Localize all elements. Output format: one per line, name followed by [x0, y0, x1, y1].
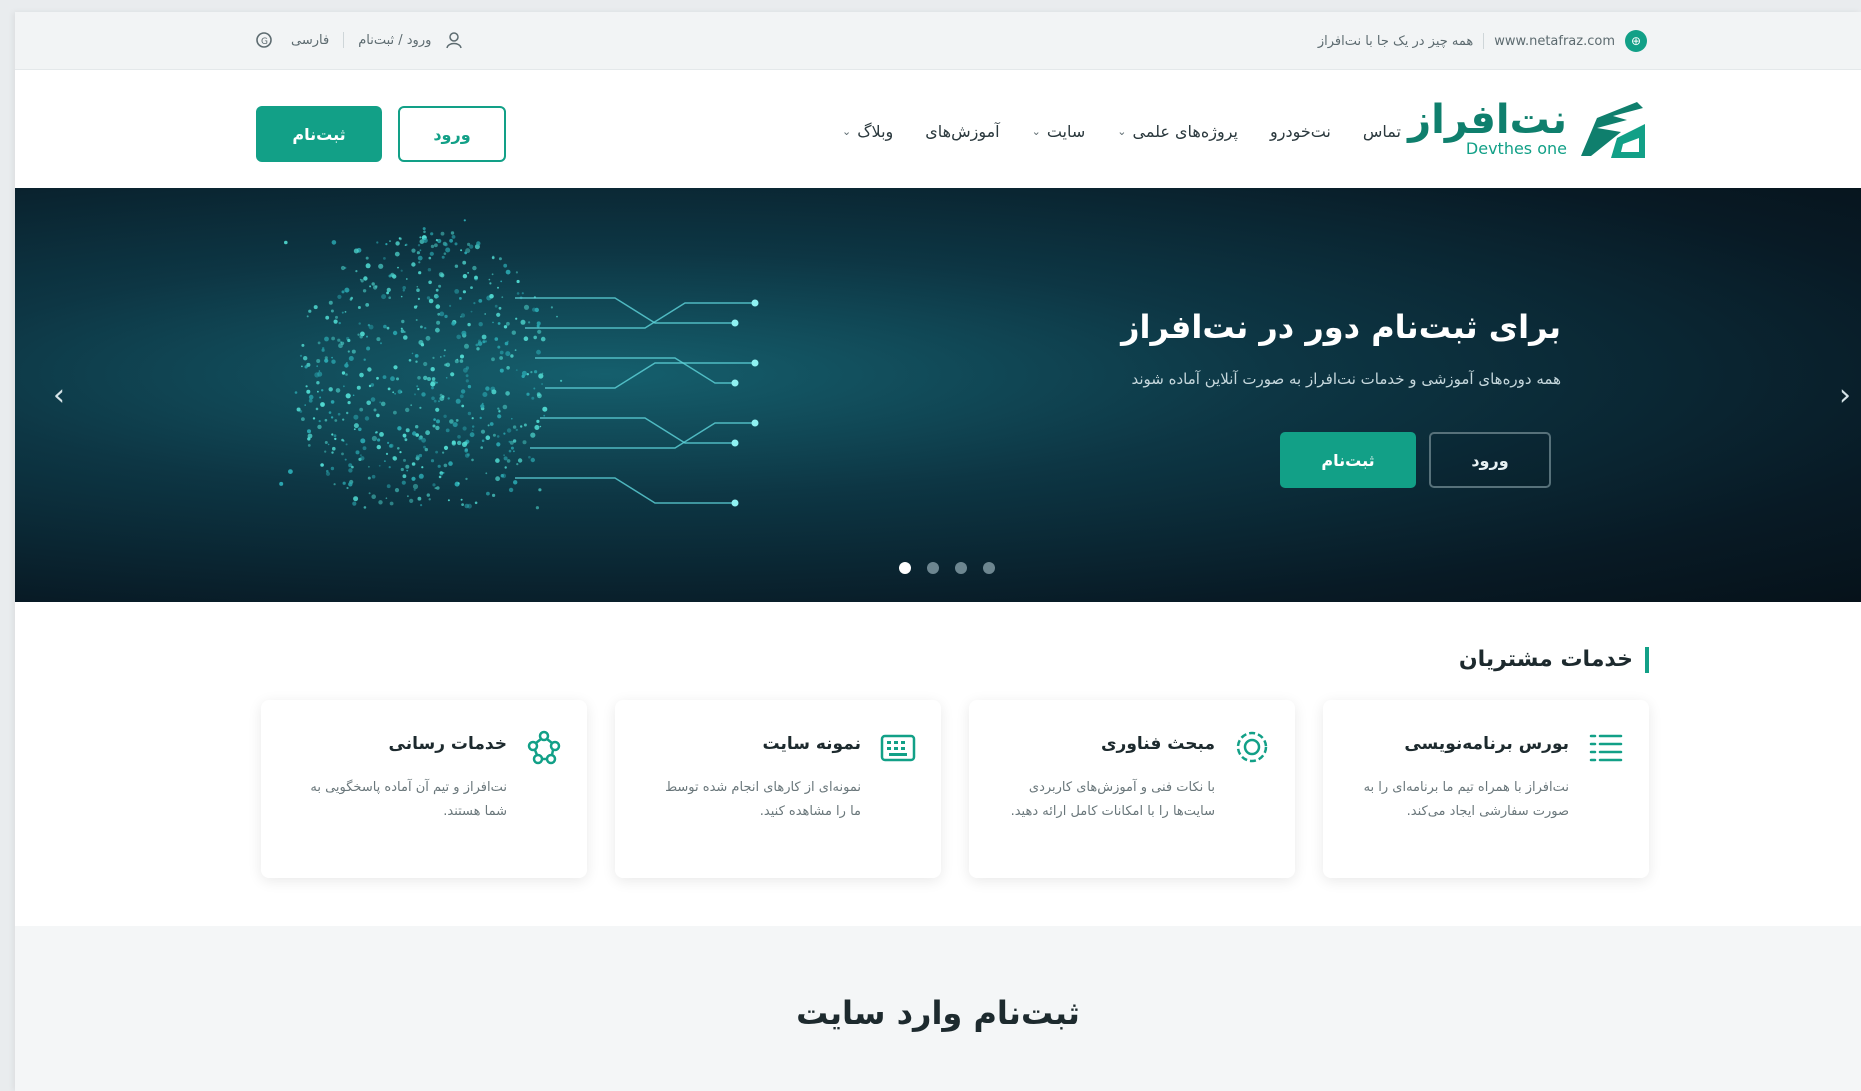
- service-card[interactable]: خدمات رسانی نت‌افراز و تیم آن آماده پاسخ…: [261, 700, 587, 878]
- service-card-desc: نمونه‌ای از کارهای انجام شده توسط ما را …: [665, 780, 861, 819]
- service-card-desc: نت‌افراز و تیم آن آماده پاسخگویی به شما …: [310, 780, 507, 819]
- service-cards: بورس برنامه‌نویسی نت‌افراز با همراه تیم …: [256, 700, 1649, 880]
- nav-item-netkhodro[interactable]: نت‌خودرو: [1270, 122, 1331, 141]
- top-bar: G فارسی ورود / ثبت‌نام همه چیز در یک جا …: [15, 12, 1861, 70]
- header-signup-button[interactable]: ثبت‌نام: [256, 106, 382, 162]
- nav-item-contact[interactable]: تماس: [1363, 122, 1401, 141]
- service-card-title: بورس برنامه‌نویسی: [1404, 734, 1569, 754]
- top-bar-left: G فارسی ورود / ثبت‌نام: [255, 30, 463, 50]
- hero-signup-button[interactable]: ثبت‌نام: [1280, 432, 1416, 488]
- tagline: همه چیز در یک جا با نت‌افراز: [1317, 33, 1474, 49]
- nav-label: وبلاگ: [857, 122, 894, 141]
- logo-name: نت‌افراز: [1408, 97, 1567, 143]
- top-bar-right: همه چیز در یک جا با نت‌افراز www.netafra…: [1318, 30, 1647, 52]
- nav-item-site[interactable]: سایت ⌄: [1032, 122, 1086, 141]
- logo-mark-icon: [1581, 102, 1645, 158]
- main-nav: تماس نت‌خودرو پروژه‌های علمی ⌄ سایت ⌄ آموز…: [842, 122, 1401, 141]
- website-link[interactable]: www.netafraz.com: [1494, 34, 1615, 49]
- globe-icon: ⊕: [1625, 30, 1647, 52]
- divider: [343, 32, 345, 48]
- nav-label: سایت: [1046, 122, 1086, 141]
- signup-section: ثبت‌نام وارد سایت: [15, 926, 1861, 1091]
- chevron-down-icon: ⌄: [1031, 125, 1041, 138]
- chevron-down-icon: ⌄: [1117, 125, 1127, 138]
- nav-label: نت‌خودرو: [1269, 122, 1331, 141]
- slider-dot[interactable]: [983, 562, 995, 574]
- header: نت‌افراز Devthes one تماس نت‌خودرو پروژه…: [15, 70, 1861, 188]
- service-card-title: نمونه سایت: [762, 734, 861, 754]
- service-card-title: خدمات رسانی: [388, 734, 507, 754]
- nav-label: تماس: [1362, 122, 1401, 141]
- service-card-desc: با نکات فنی و آموزش‌های کاربردی سایت‌ها …: [1010, 780, 1215, 819]
- slider-dot[interactable]: [899, 562, 911, 574]
- slider-dots: [899, 562, 995, 574]
- services-heading: خدمات مشتریان: [1459, 647, 1649, 673]
- slider-dot[interactable]: [955, 562, 967, 574]
- language-icon[interactable]: G: [255, 30, 277, 50]
- nav-item-courses[interactable]: آموزش‌های: [925, 122, 999, 141]
- logo[interactable]: نت‌افراز Devthes one: [1408, 98, 1649, 160]
- page: G فارسی ورود / ثبت‌نام همه چیز در یک جا …: [15, 12, 1861, 1091]
- service-card[interactable]: مبحث فناوری با نکات فنی و آموزش‌های کارب…: [969, 700, 1295, 878]
- service-card-title: مبحث فناوری: [1100, 734, 1215, 754]
- nav-item-blog[interactable]: وبلاگ ⌄: [842, 122, 893, 141]
- logo-subtitle: Devthes one: [1465, 139, 1567, 158]
- chevron-down-icon: ⌄: [841, 125, 852, 138]
- keyboard-icon: [880, 734, 916, 762]
- service-card-desc: نت‌افراز با همراه تیم ما برنامه‌ای را به…: [1363, 780, 1569, 819]
- hero-subtitle: همه دوره‌های آموزشی و خدمات نت‌افراز به …: [1131, 370, 1562, 388]
- divider: [1483, 33, 1485, 49]
- slider-next-arrow-icon[interactable]: ›: [1839, 378, 1851, 413]
- nav-label: پروژه‌های علمی: [1132, 122, 1238, 141]
- list-icon: [1589, 734, 1623, 762]
- hero-login-button[interactable]: ورود: [1429, 432, 1551, 488]
- login-signup-link[interactable]: ورود / ثبت‌نام: [358, 33, 431, 48]
- slider-prev-arrow-icon[interactable]: ‹: [53, 378, 65, 413]
- network-icon: [527, 730, 561, 765]
- hero-title: برای ثبت‌نام دور در نت‌افراز: [1121, 308, 1561, 346]
- service-card[interactable]: بورس برنامه‌نویسی نت‌افراز با همراه تیم …: [1323, 700, 1649, 878]
- language-label[interactable]: فارسی: [291, 33, 329, 48]
- user-icon[interactable]: [445, 31, 463, 49]
- nav-item-projects[interactable]: پروژه‌های علمی ⌄: [1117, 122, 1238, 141]
- nav-label: آموزش‌های: [925, 122, 1000, 141]
- logo-text: نت‌افراز Devthes one: [1408, 100, 1567, 158]
- section-heading: ثبت‌نام وارد سایت: [796, 994, 1080, 1032]
- header-login-button[interactable]: ورود: [398, 106, 506, 162]
- gear-icon: [1236, 731, 1268, 763]
- service-card[interactable]: نمونه سایت نمونه‌ای از کارهای انجام شده …: [615, 700, 941, 878]
- ai-head-illustration: [279, 219, 759, 510]
- svg-text:G: G: [261, 37, 268, 47]
- hero-slider: برای ثبت‌نام دور در نت‌افراز همه دوره‌ها…: [15, 188, 1861, 602]
- slider-dot[interactable]: [927, 562, 939, 574]
